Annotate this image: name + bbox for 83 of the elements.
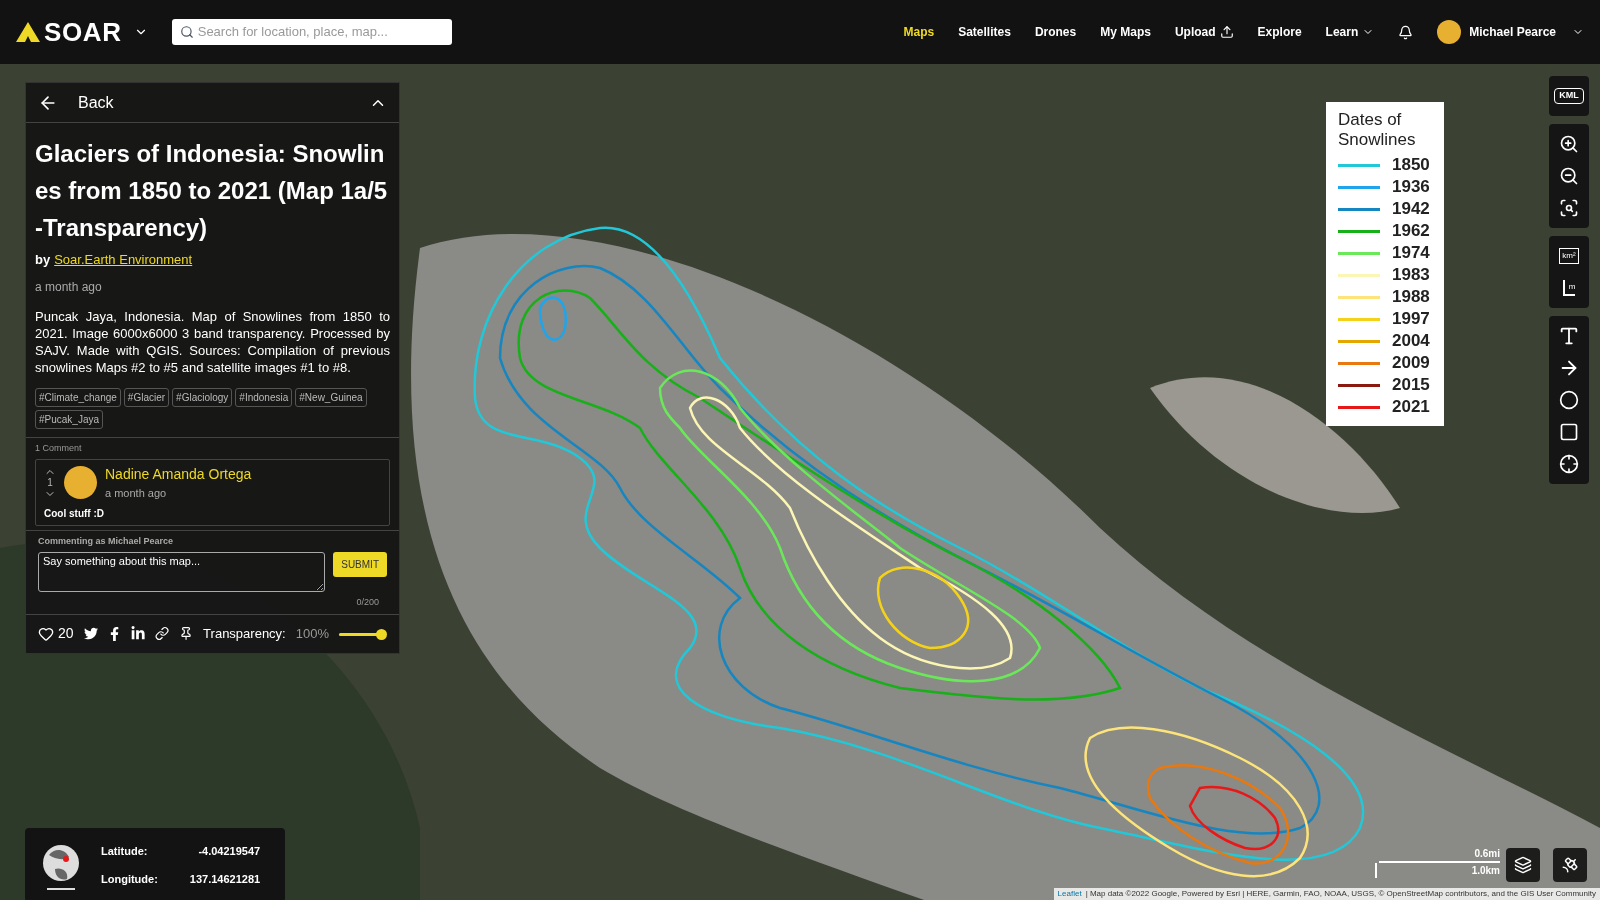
author-link[interactable]: Soar.Earth Environment (54, 250, 193, 270)
map-description: Puncak Jaya, Indonesia. Map of Snowlines from 1850 to 2021. Image 6000x6000 3 band transparency. Processed by SAJV. Made with QGIS. Sources: Compilation of previous snowlines Maps #2 to #5 and satellite images #1 to #8. (35, 307, 390, 376)
avatar-icon (1437, 20, 1462, 44)
attribution-text: | Map data ©2022 Google, Powered by Esri | HERE, Garmin, FAO, NOAA, USGS, © OpenStreetMap contributors, and the GIS User Community (1085, 888, 1596, 900)
logo-icon (16, 22, 40, 42)
vote-count: 1 (47, 477, 53, 488)
tag-chip[interactable]: #Pucak_Jaya (35, 409, 104, 429)
link-icon[interactable] (154, 626, 169, 641)
nav-link[interactable]: Explore (1257, 23, 1302, 41)
longitude-label: Longitude: (101, 872, 158, 887)
tag-chip[interactable]: #Climate_change (35, 387, 121, 407)
commenter-avatar (64, 466, 97, 500)
character-counter: 0/200 (356, 596, 379, 609)
user-menu[interactable]: Michael Pearce (1437, 20, 1584, 44)
linkedin-icon[interactable] (130, 626, 145, 641)
legend-label: 1962 (1392, 220, 1430, 243)
nav-link[interactable]: Satellites (958, 23, 1011, 41)
upload-icon (1219, 25, 1234, 39)
tag-chip[interactable]: #Indonesia (235, 387, 293, 407)
by-label: by (35, 251, 51, 269)
tag-chip[interactable]: #New_Guinea (295, 387, 367, 407)
distance-measure-button[interactable]: m (1549, 272, 1589, 304)
layers-button[interactable] (1506, 848, 1540, 882)
commenter-name: Nadine Amanda Ortega (105, 465, 252, 484)
map-title: Glaciers of Indonesia: Snowlines from 1850 to 2021 (Map 1a/5-Transparency) (35, 139, 389, 243)
back-button[interactable]: Back (38, 90, 114, 115)
heart-icon (38, 625, 54, 642)
legend-label: 1974 (1392, 242, 1430, 265)
tag-chip[interactable]: #Glaciology (172, 387, 233, 407)
nav-link[interactable]: Upload (1174, 23, 1234, 41)
satellite-icon (1561, 856, 1579, 874)
search-input[interactable]: Search for location, place, map... (197, 22, 444, 42)
legend-label: 1850 (1392, 154, 1430, 177)
legend-label: 1983 (1392, 264, 1430, 287)
nav-link[interactable]: Maps (903, 23, 935, 41)
transparency-label: Transparency: (203, 624, 286, 643)
zoom-in-icon (1559, 134, 1579, 154)
legend-label: 2021 (1392, 396, 1430, 419)
latitude-value: -4.04219547 (197, 843, 261, 859)
rectangle-icon (1559, 422, 1579, 442)
commenting-as-label: Commenting as Michael Pearce (38, 534, 175, 548)
pin-icon[interactable] (179, 626, 194, 641)
tag-chip[interactable]: #Glacier (123, 387, 170, 407)
scale-km: 1.0km (1374, 863, 1500, 878)
legend-title: Dates of Snowlines (1338, 110, 1417, 150)
legend-label: 1936 (1392, 176, 1430, 199)
publish-time: a month ago (35, 278, 103, 296)
legend-label: 1942 (1392, 198, 1430, 221)
nav-link[interactable]: Drones (1034, 23, 1077, 41)
legend-label: 2004 (1392, 330, 1430, 353)
legend-label: 1997 (1392, 308, 1430, 331)
satellite-button[interactable] (1553, 848, 1587, 882)
comment-count: 1 Comment (35, 441, 83, 455)
layers-icon (1514, 856, 1532, 874)
circle-icon (1559, 390, 1579, 410)
zoom-fit-icon (1559, 198, 1579, 218)
leaflet-link[interactable]: Leaflet (1057, 888, 1082, 900)
comment-text: Cool stuff :D (44, 506, 105, 521)
kml-button[interactable]: KML (1549, 80, 1589, 112)
area-measure-button[interactable]: km² (1549, 240, 1589, 272)
nav-link[interactable]: Learn (1325, 23, 1375, 41)
longitude-value: 137.14621281 (189, 872, 261, 887)
slider-thumb[interactable] (375, 628, 387, 640)
logo-text: SOAR (44, 15, 122, 49)
legend-label: 2009 (1392, 352, 1430, 375)
submit-button[interactable]: SUBMIT (333, 552, 387, 577)
crosshair-icon (1559, 454, 1579, 474)
transparency-slider[interactable] (338, 627, 387, 640)
legend-label: 2015 (1392, 374, 1430, 397)
comment-field[interactable]: Say something about this map... (38, 552, 326, 592)
scale-miles: 0.6mi (1379, 846, 1500, 863)
twitter-icon[interactable] (83, 626, 98, 641)
like-button[interactable]: 20 (38, 623, 74, 644)
zoom-out-icon (1559, 166, 1579, 186)
comment-time: a month ago (105, 486, 168, 501)
latitude-label: Latitude: (101, 843, 149, 859)
search-field[interactable]: Search for location, place, map... (171, 19, 452, 45)
transparency-value: 100% (295, 624, 329, 643)
legend-label: 1988 (1392, 286, 1430, 309)
search-icon (179, 25, 194, 39)
notification-bell-icon[interactable] (1398, 24, 1414, 40)
nav-link[interactable]: My Maps (1100, 23, 1151, 41)
text-icon (1558, 325, 1580, 347)
